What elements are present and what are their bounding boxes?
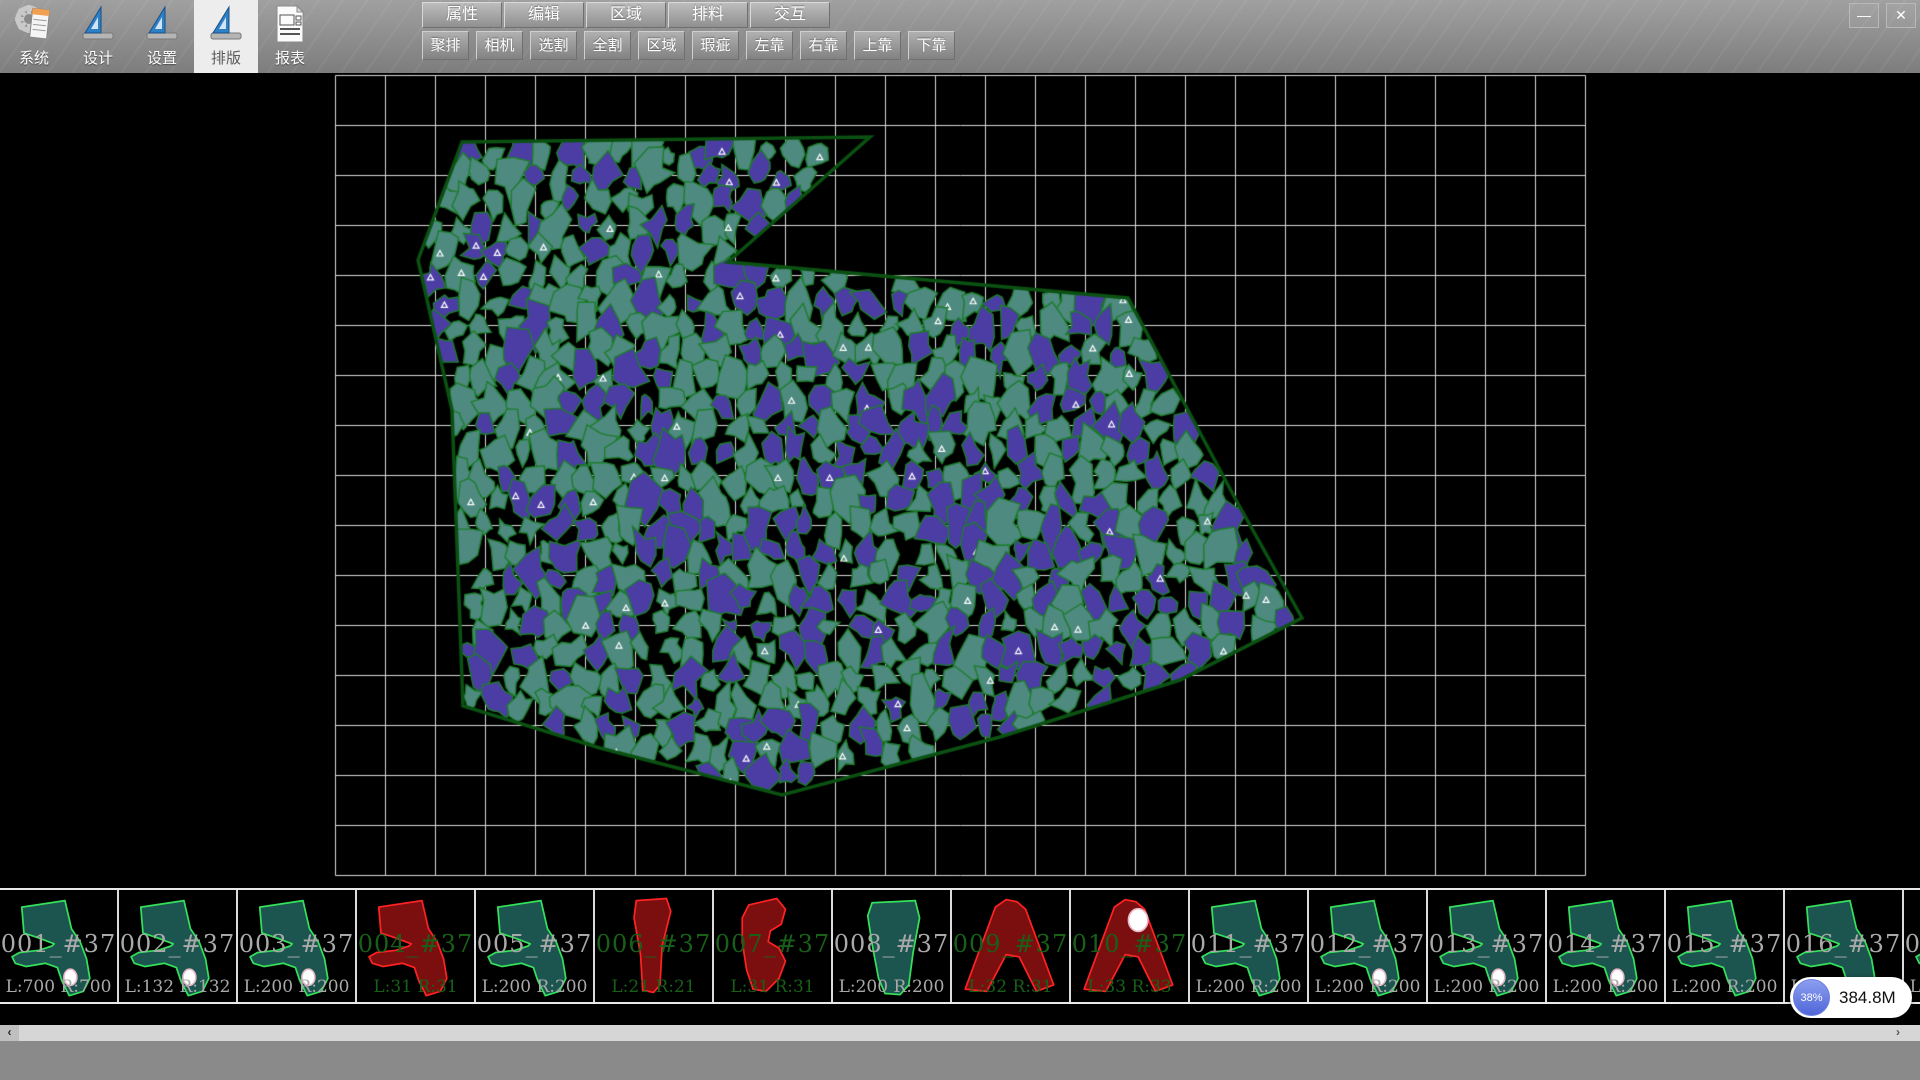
menu-tab-edit[interactable]: 编辑: [504, 2, 584, 28]
part-lr-count-label: L:21 R:21: [595, 977, 712, 997]
app-button-label: 系统: [19, 47, 49, 68]
part-lr-count-label: L:200 R:200: [476, 977, 593, 997]
part-id-label: 016_#37: [1785, 930, 1902, 958]
menu-tab-nesting[interactable]: 排料: [668, 2, 748, 28]
part-id-label: 015_#37: [1666, 930, 1783, 958]
parts-thumbnail-strip: 001_#37 L:700 R:700002_#37 L:132 R:132003_…: [0, 888, 1920, 1004]
app-button-label: 报表: [275, 47, 305, 68]
action-button-align-right[interactable]: 右靠: [800, 31, 847, 60]
action-button-align-top[interactable]: 上靠: [854, 31, 901, 60]
part-thumbnail[interactable]: 011_#37 L:200 R:200: [1190, 890, 1309, 1002]
app-button-settings[interactable]: 设置: [130, 0, 194, 73]
part-lr-count-label: L:31 R:31: [357, 977, 474, 997]
part-id-label: 004_#37: [357, 930, 474, 958]
part-id-label: 014_#37: [1547, 930, 1664, 958]
part-id-label: 003_#37: [238, 930, 355, 958]
status-badge[interactable]: 38% 384.8M: [1790, 977, 1912, 1018]
part-thumbnail[interactable]: 004_#37 L:31 R:31: [357, 890, 476, 1002]
part-thumbnail[interactable]: 002_#37 L:132 R:132: [119, 890, 238, 1002]
part-lr-count-label: L:200 R:200: [833, 977, 950, 997]
part-thumbnail[interactable]: 012_#37 L:200 R:200: [1309, 890, 1428, 1002]
part-id-label: 007_#37: [714, 930, 831, 958]
part-lr-count-label: L:200 R:200: [1547, 977, 1664, 997]
part-id-label: 013_#37: [1428, 930, 1545, 958]
progress-circle: 38%: [1793, 979, 1830, 1016]
part-id-label: 002_#37: [119, 930, 236, 958]
action-button-select-cut[interactable]: 选割: [530, 31, 577, 60]
nesting-canvas[interactable]: [0, 73, 1920, 888]
action-button-camera[interactable]: 相机: [476, 31, 523, 60]
part-lr-count-label: L:33 R:33: [1071, 977, 1188, 997]
part-lr-count-label: L:200 R:200: [1309, 977, 1426, 997]
part-id-label: 008_#37: [833, 930, 950, 958]
action-button-region[interactable]: 区域: [638, 31, 685, 60]
action-button-bar: 聚排相机选割全割区域瑕疵左靠右靠上靠下靠: [422, 31, 962, 60]
app-button-layout[interactable]: 排版: [194, 0, 258, 73]
part-thumbnail[interactable]: 001_#37 L:700 R:700: [0, 890, 119, 1002]
action-button-cluster-nest[interactable]: 聚排: [422, 31, 469, 60]
part-lr-count-label: L:32 R:31: [952, 977, 1069, 997]
system-icon: [13, 3, 55, 45]
ruler-icon: [77, 3, 119, 45]
app-button-report[interactable]: 报表: [258, 0, 322, 73]
app-button-label: 设置: [147, 47, 177, 68]
part-lr-count-label: L:200 R:200: [1428, 977, 1545, 997]
app-button-design[interactable]: 设计: [66, 0, 130, 73]
app-mode-bar: 系统 设计 设置 排版 报表: [2, 0, 322, 73]
close-icon[interactable]: ✕: [1886, 3, 1916, 28]
menu-tab-interaction[interactable]: 交互: [750, 2, 830, 28]
part-lr-count-label: L:31 R:31: [714, 977, 831, 997]
menu-tab-region[interactable]: 区域: [586, 2, 666, 28]
action-button-align-left[interactable]: 左靠: [746, 31, 793, 60]
part-id-label: 011_#37: [1190, 930, 1307, 958]
ruler-icon: [205, 3, 247, 45]
part-thumbnail[interactable]: 015_#37 L:200 R:200: [1666, 890, 1785, 1002]
part-thumbnail[interactable]: 006_#37 L:21 R:21: [595, 890, 714, 1002]
ruler-icon: [141, 3, 183, 45]
part-lr-count-label: L:200 R:200: [238, 977, 355, 997]
window-controls: — ✕: [1849, 3, 1916, 28]
part-thumbnail[interactable]: 013_#37 L:200 R:200: [1428, 890, 1547, 1002]
part-id-label: 012_#37: [1309, 930, 1426, 958]
minimize-icon[interactable]: —: [1849, 3, 1879, 28]
action-button-cut-all[interactable]: 全割: [584, 31, 631, 60]
app-button-label: 设计: [83, 47, 113, 68]
part-lr-count-label: L:132 R:132: [119, 977, 236, 997]
status-bar: [0, 1041, 1920, 1080]
menu-tab-properties[interactable]: 属性: [422, 2, 502, 28]
part-lr-count-label: L:200 R:200: [1190, 977, 1307, 997]
part-thumbnail[interactable]: 014_#37 L:200 R:200: [1547, 890, 1666, 1002]
action-button-align-bottom[interactable]: 下靠: [908, 31, 955, 60]
part-thumbnail[interactable]: 005_#37 L:200 R:200: [476, 890, 595, 1002]
part-thumbnail[interactable]: 003_#37 L:200 R:200: [238, 890, 357, 1002]
part-thumbnail[interactable]: 009_#37 L:32 R:31: [952, 890, 1071, 1002]
part-lr-count-label: L:200 R:200: [1666, 977, 1783, 997]
horizontal-scrollbar[interactable]: ‹ ›: [0, 1025, 1920, 1041]
part-id-label: 006_#37: [595, 930, 712, 958]
scroll-left-icon[interactable]: ‹: [0, 1025, 19, 1041]
memory-usage-label: 384.8M: [1839, 988, 1896, 1008]
part-thumbnail[interactable]: 008_#37 L:200 R:200: [833, 890, 952, 1002]
part-id-label: 005_#37: [476, 930, 593, 958]
part-id-label: 001_#37: [0, 930, 117, 958]
part-thumbnail[interactable]: 010_#37 L:33 R:33: [1071, 890, 1190, 1002]
part-id-label: 017_#37: [1904, 930, 1920, 958]
part-thumbnail[interactable]: 007_#37 L:31 R:31: [714, 890, 833, 1002]
application-window: 系统设计设置排版报表 属性编辑区域排料交互 聚排相机选割全割区域瑕疵左靠右靠上靠…: [0, 0, 1920, 1080]
app-button-label: 排版: [211, 47, 241, 68]
app-button-system[interactable]: 系统: [2, 0, 66, 73]
part-lr-count-label: L:700 R:700: [0, 977, 117, 997]
scroll-right-icon[interactable]: ›: [1896, 1025, 1900, 1040]
action-button-defect[interactable]: 瑕疵: [692, 31, 739, 60]
report-icon: [269, 3, 311, 45]
top-toolbar: 系统设计设置排版报表 属性编辑区域排料交互 聚排相机选割全割区域瑕疵左靠右靠上靠…: [0, 0, 1920, 74]
part-id-label: 010_#37: [1071, 930, 1188, 958]
part-id-label: 009_#37: [952, 930, 1069, 958]
menu-tab-bar: 属性编辑区域排料交互: [422, 2, 832, 28]
